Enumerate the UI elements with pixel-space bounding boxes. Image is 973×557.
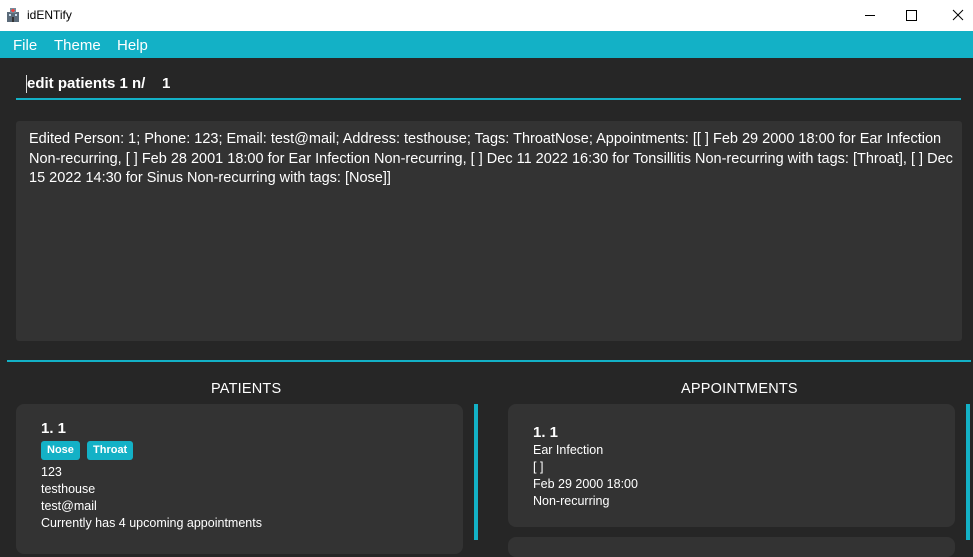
result-display[interactable]: Edited Person: 1; Phone: 123; Email: tes…: [16, 121, 962, 341]
title-bar: idENTify: [0, 0, 973, 31]
minimize-button[interactable]: [847, 0, 893, 31]
patient-id: 1. 1: [41, 420, 67, 437]
patient-card[interactable]: [16, 404, 463, 554]
tag-throat: Throat: [87, 441, 134, 460]
menu-bar: File Theme Help: [0, 31, 973, 58]
menu-file[interactable]: File: [13, 37, 37, 54]
patients-heading: PATIENTS: [211, 381, 282, 397]
appointment-card[interactable]: [508, 404, 955, 527]
close-button[interactable]: [935, 0, 973, 31]
window-title: idENTify: [27, 8, 72, 22]
command-input[interactable]: edit patients 1 n/ 1: [16, 66, 961, 100]
maximize-button[interactable]: [888, 0, 934, 31]
close-icon: [952, 9, 964, 21]
menu-theme[interactable]: Theme: [54, 37, 101, 54]
appointment-recurrence: Non-recurring: [533, 494, 610, 508]
patient-phone: 123: [41, 465, 62, 479]
command-input-text: edit patients 1 n/ 1: [27, 75, 171, 92]
patient-summary: Currently has 4 upcoming appointments: [41, 516, 262, 530]
appointments-heading: APPOINTMENTS: [681, 381, 798, 397]
hospital-icon: [7, 8, 19, 22]
maximize-icon: [906, 10, 917, 21]
patient-address: testhouse: [41, 482, 96, 496]
appointment-id: 1. 1: [533, 424, 559, 441]
appointment-reason: Ear Infection: [533, 443, 604, 457]
minimize-icon: [865, 15, 875, 16]
appointment-tags: [ ]: [533, 460, 544, 474]
appointment-datetime: Feb 29 2000 18:00: [533, 477, 638, 491]
tag-nose: Nose: [41, 441, 80, 460]
appointment-card-next[interactable]: [508, 537, 955, 557]
patients-scrollbar[interactable]: [474, 404, 478, 540]
menu-help[interactable]: Help: [117, 37, 148, 54]
result-text: Edited Person: 1; Phone: 123; Email: tes…: [29, 131, 953, 186]
appointments-scrollbar[interactable]: [966, 404, 970, 540]
section-divider: [7, 360, 971, 362]
patient-email: test@mail: [41, 499, 97, 513]
